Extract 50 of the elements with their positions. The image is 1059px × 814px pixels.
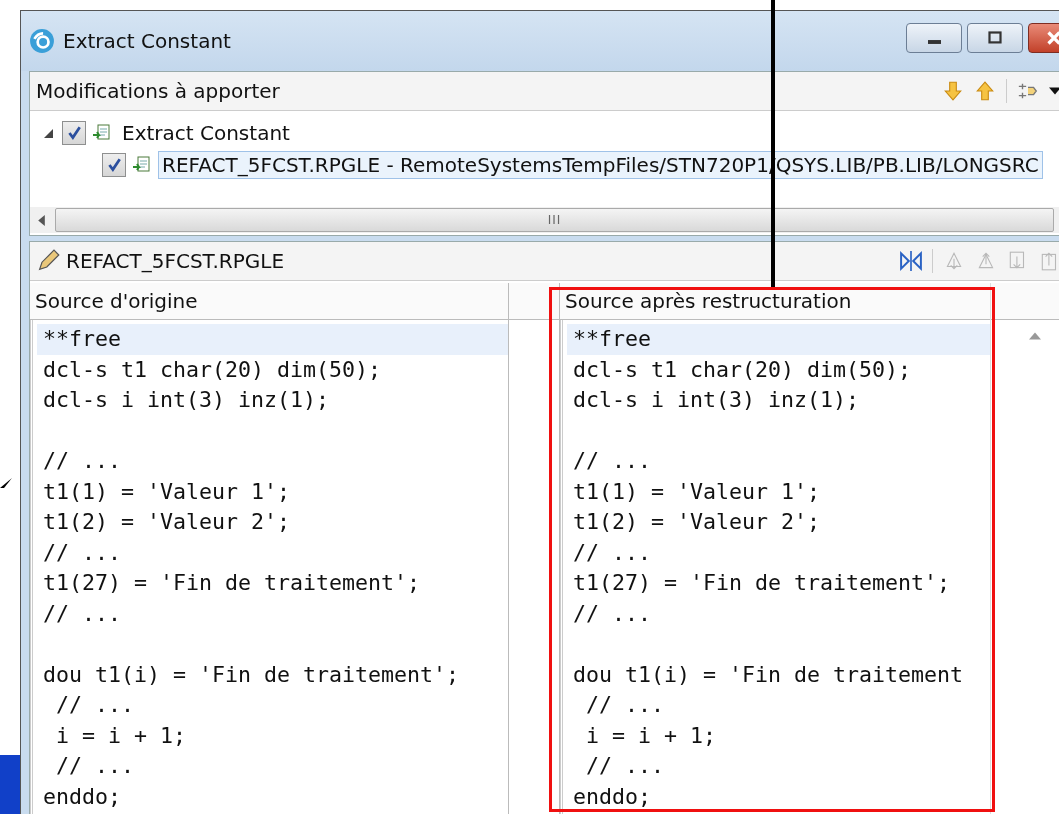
code-line: dcl-s t1 char(20) dim(50); <box>42 355 382 384</box>
code-line: t1(1) = 'Valeur 1'; <box>42 477 291 506</box>
code-line: enddo; <box>42 782 122 811</box>
checkmark-icon <box>66 125 82 141</box>
left-arrow-icon[interactable] <box>38 214 45 226</box>
minimize-icon <box>927 40 941 44</box>
checkbox[interactable] <box>102 153 126 177</box>
pencil-icon <box>36 249 60 273</box>
window-title: Extract Constant <box>63 29 231 53</box>
code-line: // ... <box>572 599 652 628</box>
code-line: t1(1) = 'Valeur 1'; <box>572 477 821 506</box>
code-line: // ... <box>55 691 135 719</box>
code-line: // ... <box>42 538 122 567</box>
code-line: // ... <box>585 691 665 719</box>
app-icon <box>29 28 55 54</box>
code-line: i = i + 1; <box>585 721 717 750</box>
code-line: t1(27) = 'Fin de traitement'; <box>572 569 951 597</box>
code-line: // ... <box>42 447 122 475</box>
checkmark-icon <box>106 157 122 173</box>
code-line: // ... <box>572 447 652 475</box>
background-block <box>0 755 20 814</box>
code-line: dou t1(i) = 'Fin de traitement <box>572 660 965 689</box>
up-arrow-icon[interactable] <box>1029 332 1041 340</box>
code-line: t1(2) = 'Valeur 2'; <box>572 508 821 536</box>
panel-title: Modifications à apporter <box>36 79 280 103</box>
code-line: dcl-s i int(3) inz(1); <box>572 386 860 414</box>
code-line: i = i + 1; <box>55 721 187 750</box>
code-line: t1(2) = 'Valeur 2'; <box>42 508 291 536</box>
refactor-icon <box>92 123 112 143</box>
minimize-button[interactable] <box>906 23 962 53</box>
expanded-arrow-icon[interactable] <box>44 128 56 138</box>
code-line: // ... <box>42 599 122 628</box>
maximize-button[interactable] <box>967 23 1023 53</box>
code-line: t1(27) = 'Fin de traitement'; <box>42 569 421 597</box>
column-header: Source d'origine <box>30 283 508 320</box>
refactor-icon <box>132 155 152 175</box>
code-line: dcl-s i int(3) inz(1); <box>42 386 330 414</box>
code-line: // ... <box>55 752 135 780</box>
code-line: enddo; <box>572 782 652 811</box>
caret-icon[interactable] <box>1049 87 1059 95</box>
code-line: dcl-s t1 char(20) dim(50); <box>572 355 912 384</box>
arrow-head-icon <box>0 478 12 488</box>
file-title: REFACT_5FCST.RPGLE <box>66 249 285 273</box>
code-line: // ... <box>585 752 665 780</box>
code-line: // ... <box>572 538 652 567</box>
tree-item[interactable]: Extract Constant <box>118 119 294 147</box>
compare-icon[interactable] <box>900 250 922 272</box>
code-line: dou t1(i) = 'Fin de traitement'; <box>42 660 461 689</box>
scrollbar-grip: III <box>547 213 562 227</box>
checkbox[interactable] <box>62 121 86 145</box>
